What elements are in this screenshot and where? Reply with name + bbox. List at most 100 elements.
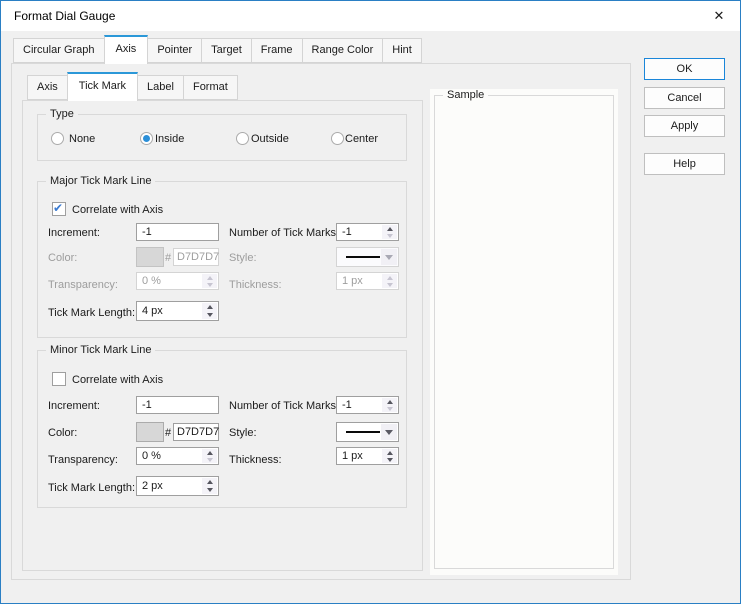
apply-button[interactable]: Apply [644,115,725,137]
major-thickness-label: Thickness: [229,279,282,291]
window-title: Format Dial Gauge [14,9,116,23]
major-increment-input[interactable]: -1 [136,223,219,241]
spinner-down-icon[interactable] [382,456,397,463]
main-tab-bar: Circular Graph Axis Pointer Target Frame… [13,35,422,64]
subtab-axis[interactable]: Axis [27,75,68,100]
close-icon: ✕ [713,8,725,23]
major-tick-length-value: 4 px [142,305,163,317]
subtab-label[interactable]: Label [137,75,184,100]
major-color-label: Color: [48,252,78,264]
dropdown-arrow-icon[interactable] [381,424,397,440]
spinner-down-icon[interactable] [382,281,397,288]
minor-num-ticks-value: -1 [342,399,352,411]
spinner-up-icon[interactable] [382,449,397,456]
minor-correlate-label: Correlate with Axis [72,374,164,386]
minor-color-swatch[interactable] [136,422,164,442]
spinner-up-icon[interactable] [202,303,217,311]
minor-thickness-value: 1 px [342,450,363,462]
close-button[interactable]: ✕ [698,1,740,31]
checkmark-icon: ✔ [53,201,64,215]
radio-inside-label: Inside [155,133,185,145]
title-bar: Format Dial Gauge ✕ [1,1,740,31]
subtab-format[interactable]: Format [182,75,238,100]
tab-hint[interactable]: Hint [382,38,422,63]
ok-button[interactable]: OK [644,58,725,80]
tab-range-color[interactable]: Range Color [301,38,384,63]
major-tick-length-label: Tick Mark Length: [48,307,136,319]
major-color-swatch[interactable] [136,247,164,267]
major-transparency-label: Transparency: [48,279,118,291]
minor-increment-value: -1 [142,399,152,411]
minor-transparency-input[interactable]: 0 % [136,447,219,465]
major-increment-value: -1 [142,226,152,238]
major-tick-group-title: Major Tick Mark Line [46,175,156,188]
tab-circular-graph[interactable]: Circular Graph [13,38,105,63]
tab-axis[interactable]: Axis [103,35,149,64]
spinner-up-icon[interactable] [202,449,217,456]
spinner-down-icon[interactable] [202,456,217,463]
major-correlate-label: Correlate with Axis [72,204,164,216]
major-color-hex-value: D7D7D7 [177,251,220,263]
major-num-ticks-input[interactable]: -1 [336,223,399,241]
spinner-down-icon[interactable] [382,232,397,239]
minor-increment-input[interactable]: -1 [136,396,219,414]
major-increment-label: Increment: [48,227,100,239]
sub-tab-bar: Axis Tick Mark Label Format [27,72,238,101]
major-transparency-input[interactable]: 0 % [136,272,219,290]
spinner-down-icon[interactable] [202,486,217,494]
line-style-preview [346,256,380,258]
minor-tick-length-input[interactable]: 2 px [136,476,219,496]
minor-tick-group-title: Minor Tick Mark Line [46,344,156,357]
major-thickness-input[interactable]: 1 px [336,272,399,290]
sample-group: Sample [434,89,614,569]
major-tick-length-input[interactable]: 4 px [136,301,219,321]
minor-thickness-label: Thickness: [229,454,282,466]
spinner-up-icon[interactable] [382,225,397,232]
major-color-hash: # [165,252,172,264]
spinner-up-icon[interactable] [382,274,397,281]
minor-thickness-input[interactable]: 1 px [336,447,399,465]
radio-outside[interactable] [236,132,249,145]
dropdown-arrow-icon[interactable] [381,249,397,265]
spinner-up-icon[interactable] [202,274,217,281]
minor-color-hex-value: D7D7D7 [177,426,220,438]
radio-center[interactable] [331,132,344,145]
spinner-up-icon[interactable] [382,398,397,405]
minor-transparency-value: 0 % [142,450,161,462]
radio-inside[interactable] [140,132,153,145]
radio-none[interactable] [51,132,64,145]
spinner-down-icon[interactable] [202,281,217,288]
cancel-button[interactable]: Cancel [644,87,725,109]
sample-group-title: Sample [443,89,489,102]
major-num-ticks-value: -1 [342,226,352,238]
major-style-label: Style: [229,252,257,264]
spinner-up-icon[interactable] [202,478,217,486]
minor-transparency-label: Transparency: [48,454,118,466]
radio-none-label: None [69,133,96,145]
spinner-down-icon[interactable] [202,311,217,319]
format-dial-gauge-dialog: Format Dial Gauge ✕ Circular Graph Axis … [0,0,741,604]
type-group-title: Type [46,108,78,121]
major-num-ticks-label: Number of Tick Marks: [229,227,340,239]
tab-frame[interactable]: Frame [250,38,303,63]
minor-num-ticks-input[interactable]: -1 [336,396,399,414]
major-color-hex-input[interactable]: D7D7D7 [173,248,219,266]
minor-num-ticks-label: Number of Tick Marks: [229,400,340,412]
tab-pointer[interactable]: Pointer [147,38,203,63]
minor-style-dropdown[interactable] [336,422,399,442]
spinner-down-icon[interactable] [382,405,397,412]
minor-correlate-checkbox[interactable] [52,372,66,386]
minor-color-hash: # [165,427,172,439]
radio-center-label: Center [345,133,379,145]
radio-outside-label: Outside [251,133,289,145]
minor-increment-label: Increment: [48,400,100,412]
major-style-dropdown[interactable] [336,247,399,267]
tab-target[interactable]: Target [201,38,252,63]
major-correlate-checkbox[interactable]: ✔ [52,201,66,216]
subtab-tick-mark[interactable]: Tick Mark [66,72,139,101]
minor-color-hex-input[interactable]: D7D7D7 [173,423,219,441]
major-transparency-value: 0 % [142,275,161,287]
minor-color-label: Color: [48,427,78,439]
help-button[interactable]: Help [644,153,725,175]
minor-tick-length-value: 2 px [142,480,163,492]
